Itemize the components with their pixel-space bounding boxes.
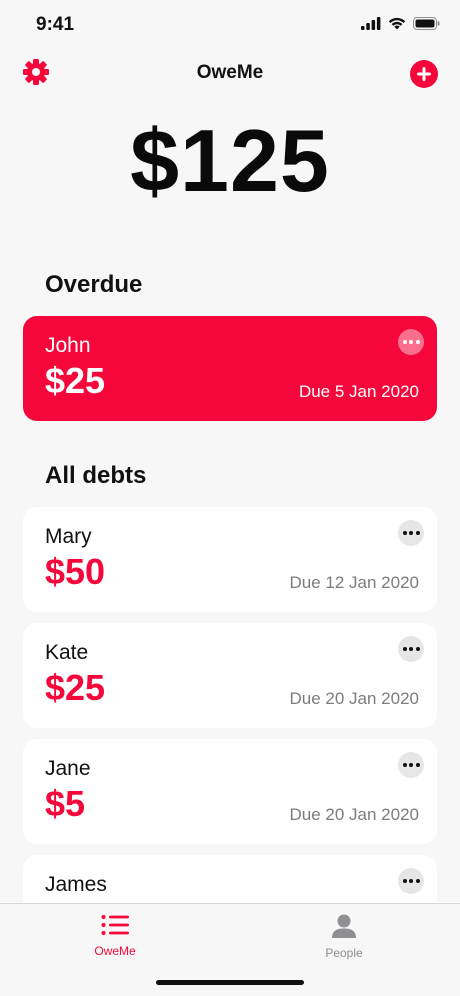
due-date: Due 12 Jan 2020	[289, 573, 420, 592]
debtor-name: Jane	[45, 757, 91, 780]
more-options-button[interactable]	[398, 636, 424, 662]
more-options-button[interactable]	[398, 520, 424, 546]
debt-card[interactable]: Mary $50 Due 12 Jan 2020	[23, 507, 437, 612]
overdue-debt-card[interactable]: John $25 Due 5 Jan 2020	[23, 316, 437, 421]
overdue-section-title: Overdue	[45, 271, 143, 298]
tab-people[interactable]: People	[294, 914, 394, 960]
debtor-name: John	[45, 334, 91, 357]
status-bar: 9:41	[0, 0, 460, 50]
debt-amount: $5	[45, 783, 86, 824]
ellipsis-icon	[402, 647, 407, 651]
ellipsis-icon	[402, 763, 407, 767]
wifi-icon	[388, 17, 406, 30]
debt-card[interactable]: Jane $5 Due 20 Jan 2020	[23, 739, 437, 844]
status-icons	[361, 16, 440, 30]
due-date: Due 20 Jan 2020	[289, 805, 420, 824]
status-time: 9:41	[36, 14, 75, 35]
add-debt-button[interactable]	[410, 60, 438, 88]
plus-icon	[417, 67, 431, 81]
more-options-button[interactable]	[398, 752, 424, 778]
all-debts-section-title: All debts	[45, 462, 147, 489]
ellipsis-icon	[402, 340, 407, 344]
page-title: OweMe	[196, 62, 264, 83]
debt-amount: $25	[45, 667, 106, 708]
signal-icon	[361, 16, 381, 30]
more-options-button[interactable]	[398, 868, 424, 894]
list-icon	[101, 915, 129, 935]
battery-icon	[413, 16, 440, 30]
tab-label: OweMe	[94, 944, 136, 958]
tab-label: People	[325, 946, 363, 960]
debtor-name: Mary	[45, 525, 92, 548]
due-date: Due 5 Jan 2020	[298, 382, 419, 401]
home-indicator[interactable]	[156, 980, 304, 985]
debtor-name: Kate	[45, 641, 89, 664]
debtor-name: James	[45, 873, 107, 896]
more-options-button[interactable]	[398, 329, 424, 355]
ellipsis-icon	[402, 531, 407, 535]
nav-bar: OweMe	[0, 52, 460, 96]
due-date: Due 20 Jan 2020	[289, 689, 420, 708]
total-amount: $125	[130, 111, 330, 210]
tab-oweme[interactable]: OweMe	[65, 914, 165, 958]
ellipsis-icon	[402, 879, 407, 883]
person-icon	[332, 914, 356, 938]
debt-amount: $25	[45, 360, 106, 401]
debt-card[interactable]: Kate $25 Due 20 Jan 2020	[23, 623, 437, 728]
debt-amount: $50	[45, 551, 106, 592]
